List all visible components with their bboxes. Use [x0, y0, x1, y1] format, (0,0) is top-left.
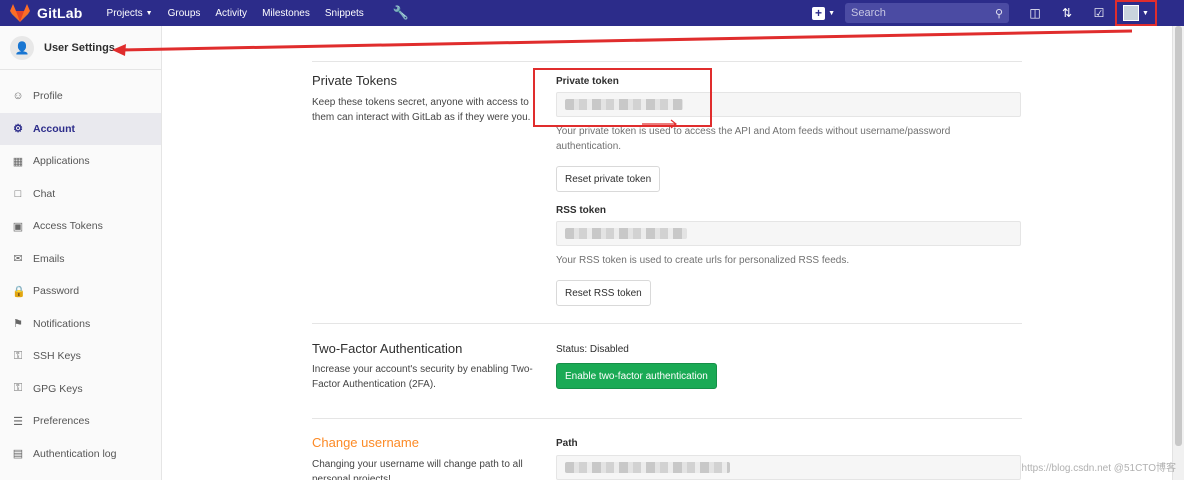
sidebar-item-preferences[interactable]: ☰ Preferences — [0, 405, 161, 438]
enable-two-factor-button[interactable]: Enable two-factor authentication — [556, 363, 717, 389]
masked-path-value — [565, 462, 730, 473]
search-input[interactable] — [851, 7, 995, 19]
nav-activity[interactable]: Activity — [215, 8, 247, 19]
sidebar-item-chat[interactable]: □ Chat — [0, 178, 161, 211]
nav-milestones[interactable]: Milestones — [262, 8, 310, 19]
watermark-text: https://blog.csdn.net @51CTO博客 — [1021, 463, 1176, 474]
brand-name: GitLab — [37, 5, 83, 21]
todos-icon[interactable]: ☑ — [1083, 6, 1115, 20]
sidebar-item-gpg-keys[interactable]: ⚿ GPG Keys — [0, 373, 161, 406]
settings-sidebar: 👤 User Settings ☺ Profile ⚙ Account ▦ Appli… — [0, 26, 162, 480]
two-factor-description: Increase your account's security by enab… — [312, 364, 533, 390]
sidebar-header[interactable]: 👤 User Settings — [0, 26, 161, 70]
applications-icon: ▦ — [12, 155, 24, 168]
key-icon: ⚿ — [13, 349, 23, 362]
masked-token-value — [565, 228, 687, 239]
change-username-description: Changing your username will change path … — [312, 459, 523, 480]
private-token-help: Your private token is used to access the… — [556, 126, 951, 152]
account-icon: ⚙ — [13, 123, 23, 136]
log-icon: ▤ — [12, 448, 24, 461]
reset-rss-token-button[interactable]: Reset RSS token — [556, 280, 651, 306]
bell-icon: ⚑ — [13, 318, 23, 331]
private-tokens-description: Keep these tokens secret, anyone with ac… — [312, 97, 531, 123]
divider — [312, 418, 1022, 419]
two-factor-status: Status: Disabled — [556, 344, 629, 355]
sidebar-item-notifications[interactable]: ⚑ Notifications — [0, 308, 161, 341]
sidebar-item-authentication-log[interactable]: ▤ Authentication log — [0, 438, 161, 471]
sidebar-item-emails[interactable]: ✉ Emails — [0, 243, 161, 276]
avatar — [1123, 5, 1140, 21]
chevron-down-icon: ▼ — [145, 9, 153, 17]
change-username-title: Change username — [312, 435, 419, 450]
path-field[interactable] — [556, 455, 1021, 480]
path-label: Path — [556, 438, 578, 449]
admin-wrench-icon[interactable]: 🔧 — [393, 5, 409, 21]
key-icon: ⚿ — [13, 382, 23, 395]
reset-private-token-button[interactable]: Reset private token — [556, 166, 661, 192]
merge-requests-icon[interactable]: ⇅ — [1051, 6, 1083, 20]
two-factor-title: Two-Factor Authentication — [312, 341, 463, 356]
rss-token-label: RSS token — [556, 205, 607, 216]
lock-icon: 🔒 — [12, 285, 26, 298]
access-tokens-icon: ▣ — [12, 220, 24, 233]
sidebar-item-applications[interactable]: ▦ Applications — [0, 145, 161, 178]
sidebar-item-account[interactable]: ⚙ Account — [0, 112, 161, 145]
issues-icon[interactable]: ◫ — [1019, 6, 1051, 20]
user-icon: 👤 — [10, 35, 34, 60]
rss-token-field[interactable] — [556, 221, 1021, 246]
sidebar-item-password[interactable]: 🔒 Password — [0, 275, 161, 308]
scrollbar-thumb[interactable] — [1175, 26, 1182, 446]
divider — [312, 323, 1022, 324]
nav-groups[interactable]: Groups — [168, 8, 201, 19]
private-tokens-title: Private Tokens — [312, 73, 398, 88]
email-icon: ✉ — [13, 253, 23, 266]
user-avatar-menu[interactable]: ▼ — [1115, 0, 1157, 26]
search-icon: ⚲ — [994, 7, 1003, 20]
sliders-icon: ☰ — [13, 415, 23, 428]
sidebar-item-access-tokens[interactable]: ▣ Access Tokens — [0, 210, 161, 243]
divider — [312, 61, 1022, 62]
nav-snippets[interactable]: Snippets — [325, 8, 364, 19]
sidebar-item-ssh-keys[interactable]: ⚿ SSH Keys — [0, 340, 161, 373]
top-navbar: GitLab Projects ▼ Groups Activity Milesto… — [0, 0, 1184, 26]
chat-icon: □ — [14, 187, 22, 200]
sidebar-title: User Settings — [44, 41, 115, 54]
sidebar-item-profile[interactable]: ☺ Profile — [0, 80, 161, 113]
search-box[interactable]: ⚲ — [845, 3, 1009, 23]
chevron-down-icon: ▼ — [828, 9, 835, 17]
new-item-button[interactable]: + ▼ — [812, 6, 835, 20]
rss-token-help: Your RSS token is used to create urls fo… — [556, 255, 850, 266]
chevron-down-icon: ▼ — [1142, 9, 1149, 17]
nav-projects[interactable]: Projects ▼ — [107, 8, 153, 19]
gitlab-fox-icon — [10, 4, 30, 22]
page-scrollbar[interactable] — [1172, 26, 1184, 480]
profile-icon: ☺ — [12, 90, 24, 103]
annotation-highlight-box — [533, 68, 712, 127]
gitlab-logo[interactable]: GitLab — [10, 4, 83, 22]
plus-icon: + — [812, 6, 826, 20]
